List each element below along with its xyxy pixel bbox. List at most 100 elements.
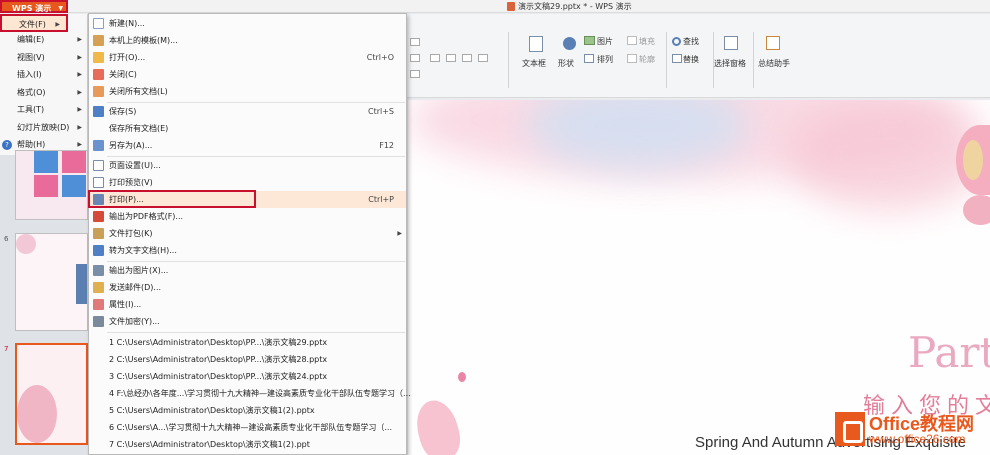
recent-file-item[interactable]: 5 C:\Users\Administrator\Desktop\演示文稿1(2… — [89, 402, 406, 419]
shape-icon[interactable] — [563, 37, 576, 50]
slide-thumbnail[interactable] — [15, 150, 88, 220]
textbox-icon[interactable] — [529, 36, 543, 52]
fill-button[interactable]: 填充 — [639, 36, 655, 47]
find-button[interactable]: 查找 — [683, 36, 699, 47]
package-icon — [93, 228, 104, 239]
menu-item-export-pdf[interactable]: 输出为PDF格式(F)... — [89, 208, 406, 225]
menu-item-template[interactable]: 本机上的模板(M)... — [89, 32, 406, 49]
menu-item-save-as[interactable]: 另存为(A)... F12 — [89, 137, 406, 154]
close-doc-icon — [93, 69, 104, 80]
menu-item-label: 文件加密(Y)... — [109, 317, 160, 326]
template-icon — [93, 35, 104, 46]
align-icon[interactable] — [430, 54, 440, 62]
menu-item-label: 关闭所有文档(L) — [109, 87, 168, 96]
recent-file-item[interactable]: 2 C:\Users\Administrator\Desktop\PP...\演… — [89, 351, 406, 368]
menu-item-label: 保存所有文档(E) — [109, 124, 169, 133]
shortcut-label: Ctrl+P — [368, 195, 394, 204]
menu-item-label: 打印预览(V) — [109, 178, 153, 187]
menu-item-label: 页面设置(U)... — [109, 161, 161, 170]
align-icon[interactable] — [462, 54, 472, 62]
replace-icon[interactable] — [672, 54, 682, 63]
shape-button[interactable]: 形状 — [558, 58, 574, 69]
pdf-icon — [93, 211, 104, 222]
menu-slideshow[interactable]: 幻灯片放映(D) ▶ — [0, 119, 88, 137]
recent-file-item[interactable]: 6 C:\Users\A...\学习贯彻十九大精神—建设高素质专业化干部队伍专题… — [89, 419, 406, 436]
outline-button[interactable]: 轮廓 — [639, 54, 655, 65]
menu-item-new[interactable]: 新建(N)... — [89, 15, 406, 32]
slide-thumbnail[interactable] — [15, 233, 88, 331]
menu-format-label: 格式(O) — [17, 87, 46, 97]
menu-insert[interactable]: 插入(I) ▶ — [0, 66, 88, 84]
slide-thumb-art — [17, 385, 57, 443]
flower-decoration — [963, 195, 990, 225]
slide-thumb-art — [76, 264, 87, 304]
menu-item-package[interactable]: 文件打包(K) ▶ — [89, 225, 406, 242]
menu-edit[interactable]: 编辑(E) ▶ — [0, 31, 88, 49]
menu-item-send-mail[interactable]: 发送邮件(D)... — [89, 279, 406, 296]
find-icon[interactable] — [672, 37, 681, 46]
menu-tools[interactable]: 工具(T) ▶ — [0, 101, 88, 119]
recent-file-item[interactable]: 4 F:\总经办\各年度...\学习贯彻十九大精神—建设高素质专业化干部队伍专题… — [89, 385, 411, 402]
replace-button[interactable]: 替换 — [683, 54, 699, 65]
menu-item-open[interactable]: 打开(O)... Ctrl+O — [89, 49, 406, 66]
slide-thumbnail-panel[interactable]: 6 7 — [0, 150, 88, 455]
align-icon[interactable] — [446, 54, 456, 62]
menu-item-print-preview[interactable]: 打印预览(V) — [89, 174, 406, 191]
chevron-right-icon: ▶ — [77, 36, 82, 43]
print-highlight-frame — [88, 190, 256, 208]
menu-item-properties[interactable]: 属性(I)... — [89, 296, 406, 313]
picture-icon[interactable] — [584, 36, 595, 45]
chevron-right-icon: ▶ — [77, 71, 82, 78]
menu-item-close-all[interactable]: 关闭所有文档(L) — [89, 83, 406, 100]
dot-decoration — [458, 372, 466, 382]
summary-button[interactable]: 总结助手 — [758, 58, 790, 69]
toolbar-divider — [508, 32, 509, 88]
picture-button[interactable]: 图片 — [597, 36, 613, 47]
chevron-right-icon: ▶ — [77, 123, 82, 131]
menu-view[interactable]: 视图(V) ▶ — [0, 49, 88, 67]
fill-icon[interactable] — [627, 36, 637, 45]
menu-item-label: 发送邮件(D)... — [109, 283, 162, 292]
logo-url: www.office26.com — [869, 432, 966, 446]
recent-file-item[interactable]: 1 C:\Users\Administrator\Desktop\PP...\演… — [89, 334, 406, 351]
align-icon[interactable] — [410, 38, 420, 46]
menu-bar: 文件(F) ▶ 编辑(E) ▶ 视图(V) ▶ 插入(I) ▶ 格式(O) ▶ 工具(T… — [0, 14, 88, 155]
slide-part-title[interactable]: Part — [908, 328, 990, 377]
settings-icon — [62, 151, 86, 173]
textbox-button[interactable]: 文本框 — [522, 58, 546, 69]
arrange-icon[interactable] — [584, 54, 594, 63]
image-export-icon — [93, 265, 104, 276]
menu-item-save-all[interactable]: 保存所有文档(E) — [89, 120, 406, 137]
align-icon[interactable] — [410, 70, 420, 78]
chevron-right-icon: ▶ — [77, 53, 82, 61]
menu-item-close[interactable]: 关闭(C) — [89, 66, 406, 83]
save-icon — [93, 106, 104, 117]
encrypt-icon — [93, 316, 104, 327]
slide-number: 6 — [4, 235, 9, 243]
menu-format[interactable]: 格式(O) ▶ — [0, 84, 88, 102]
file-menu-dropdown: 新建(N)... 本机上的模板(M)... 打开(O)... Ctrl+O 关闭… — [88, 13, 411, 455]
menu-item-save[interactable]: 保存(S) Ctrl+S — [89, 103, 406, 120]
menu-help-label: 帮助(H) — [17, 140, 46, 149]
menu-separator — [107, 332, 405, 333]
menu-item-page-setup[interactable]: 页面设置(U)... — [89, 157, 406, 174]
wps-menu-button[interactable]: WPS 演示 ▼ — [0, 0, 68, 13]
convert-icon — [93, 245, 104, 256]
slide-thumbnail-active[interactable] — [15, 343, 88, 445]
recent-file-item[interactable]: 3 C:\Users\Administrator\Desktop\PP...\演… — [89, 368, 406, 385]
menu-item-export-image[interactable]: 输出为图片(X)... — [89, 262, 406, 279]
recent-file-item[interactable]: 7 C:\Users\Administrator\Desktop\演示文稿1(2… — [89, 436, 406, 453]
select-pane-button[interactable]: 选择窗格 — [714, 58, 746, 69]
outline-icon[interactable] — [627, 54, 637, 63]
arrange-button[interactable]: 排列 — [597, 54, 613, 65]
align-icon[interactable] — [478, 54, 488, 62]
select-pane-icon[interactable] — [724, 36, 738, 50]
camera-icon — [34, 151, 58, 173]
summary-icon[interactable] — [766, 36, 780, 50]
align-icon[interactable] — [410, 54, 420, 62]
slide-canvas[interactable]: Part 输入您的文 Spring And Autumn Advertising… — [408, 100, 990, 455]
menu-insert-label: 插入(I) — [17, 70, 42, 79]
menu-item-convert-doc[interactable]: 转为文字文档(H)... — [89, 242, 406, 259]
menu-item-encrypt[interactable]: 文件加密(Y)... — [89, 313, 406, 330]
menu-file[interactable]: 文件(F) ▶ — [0, 14, 68, 32]
